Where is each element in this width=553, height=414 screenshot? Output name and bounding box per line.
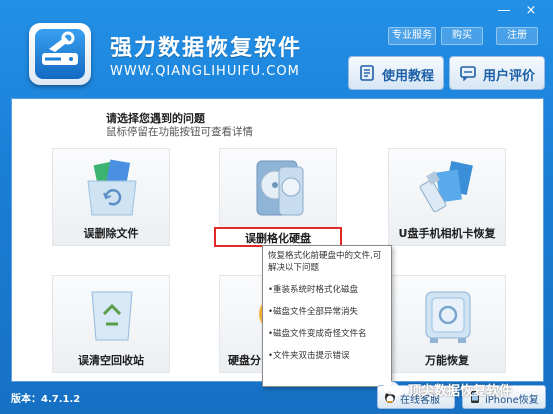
tile-label: 误删格化硬盘 — [214, 227, 342, 247]
tile-universal-recovery[interactable]: 万能恢复 — [388, 275, 506, 373]
hard-drive-icon — [256, 160, 304, 216]
app-url: WWW.QIANGLIHUIFU.COM — [110, 64, 300, 79]
page-subheading: 鼠标停留在功能按钮可查看详情 — [106, 126, 253, 138]
tooltip-item: •文件夹双击提示错误 — [268, 351, 350, 361]
app-window: 强力数据恢复软件 WWW.QIANGLIHUIFU.COM 专业服务 购买 注册… — [0, 0, 553, 414]
book-icon — [360, 65, 374, 81]
guide-button[interactable]: 使用教程 — [348, 56, 444, 90]
tile-deleted-files[interactable]: 误删除文件 — [52, 148, 170, 246]
usb-sdcard-icon — [419, 161, 473, 213]
tile-label: 误删除文件 — [83, 227, 139, 240]
review-button-label: 用户评价 — [483, 69, 536, 84]
tile-usb-phone-camera[interactable]: U盘手机相机卡恢复 — [388, 148, 506, 246]
review-button[interactable]: 用户评价 — [449, 56, 545, 90]
safe-icon — [425, 291, 471, 343]
tooltip: 恢复格式化前硬盘中的文件,可解决以下问题 •重装系统时格式化磁盘 •磁盘文件全部… — [262, 245, 392, 387]
drive-wrench-icon — [42, 31, 78, 65]
version-label: 版本：4.7.1.2 — [11, 394, 81, 405]
tile-label: 万能恢复 — [425, 354, 469, 367]
tile-label: 误清空回收站 — [78, 354, 144, 367]
tooltip-item: •磁盘文件全部异常消失 — [268, 307, 359, 317]
tile-label: U盘手机相机卡恢复 — [398, 227, 496, 240]
recycle-bin-icon — [91, 291, 133, 341]
tooltip-item: •重装系统时格式化磁盘 — [268, 285, 359, 295]
app-title: 强力数据恢复软件 — [110, 36, 303, 61]
folder-recycle-icon — [87, 159, 137, 216]
minimize-icon[interactable]: — — [495, 4, 513, 18]
watermark-text: 顶尖数据恢复软件 — [408, 384, 513, 399]
guide-button-label: 使用教程 — [382, 69, 435, 84]
tile-formatted-disk[interactable]: 误删格化硬盘 — [214, 148, 342, 247]
tooltip-item: •磁盘文件变成奇怪文件名 — [268, 329, 367, 339]
comment-icon — [460, 66, 476, 81]
tooltip-intro: 恢复格式化前硬盘中的文件,可解决以下问题 — [268, 251, 382, 273]
buy-link[interactable]: 购买 — [441, 27, 483, 45]
app-logo — [29, 23, 91, 85]
pro-service-link[interactable]: 专业服务 — [388, 27, 436, 45]
tile-recycle-bin[interactable]: 误清空回收站 — [52, 275, 170, 373]
register-link[interactable]: 注册 — [496, 27, 538, 45]
close-icon[interactable]: × — [522, 4, 540, 18]
watermark: 顶尖数据恢复软件 — [378, 378, 548, 408]
wechat-icon — [383, 381, 403, 396]
